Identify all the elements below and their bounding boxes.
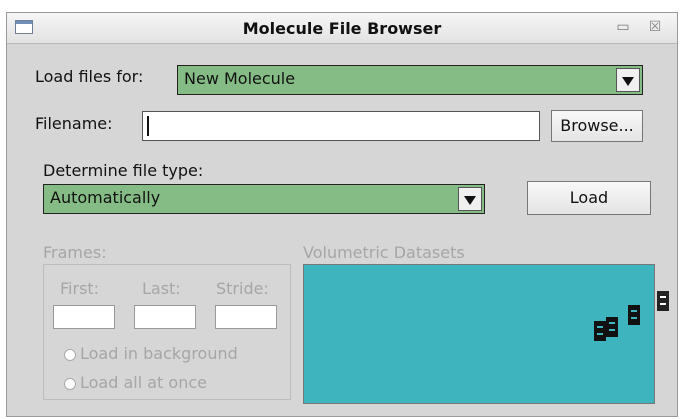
frames-group: First: Last: Stride: Load in background … bbox=[43, 264, 291, 400]
minimize-icon[interactable]: ▭ bbox=[613, 17, 633, 37]
glitch-glyph-icon bbox=[606, 317, 618, 337]
glitch-glyph-icon bbox=[594, 321, 606, 341]
load-button[interactable]: Load bbox=[527, 181, 651, 215]
file-type-select[interactable]: Automatically bbox=[43, 184, 485, 214]
glitch-glyph-icon bbox=[657, 291, 669, 311]
load-in-background-radio-icon[interactable] bbox=[64, 349, 76, 361]
load-files-for-label: Load files for: bbox=[35, 67, 144, 86]
chevron-down-icon[interactable] bbox=[458, 187, 482, 211]
load-all-at-once-label[interactable]: Load all at once bbox=[80, 373, 207, 392]
frames-label: Frames: bbox=[43, 243, 107, 262]
filename-input[interactable] bbox=[142, 111, 540, 141]
close-icon[interactable]: ☒ bbox=[645, 17, 665, 37]
title-bar[interactable]: Molecule File Browser ▭ ☒ bbox=[7, 13, 677, 44]
last-label: Last: bbox=[142, 279, 181, 298]
load-files-for-value: New Molecule bbox=[184, 69, 296, 88]
first-label: First: bbox=[60, 279, 100, 298]
volumetric-datasets-label: Volumetric Datasets bbox=[303, 243, 465, 262]
stride-label: Stride: bbox=[216, 279, 269, 298]
last-frame-input[interactable] bbox=[134, 305, 196, 329]
first-frame-input[interactable] bbox=[53, 305, 115, 329]
text-caret bbox=[147, 116, 149, 136]
browse-button[interactable]: Browse... bbox=[551, 110, 643, 142]
load-in-background-label[interactable]: Load in background bbox=[80, 344, 238, 363]
determine-file-type-label: Determine file type: bbox=[43, 161, 204, 180]
file-type-value: Automatically bbox=[50, 188, 161, 207]
chevron-down-icon[interactable] bbox=[616, 68, 640, 92]
glitch-glyph-icon bbox=[628, 305, 640, 325]
stride-input[interactable] bbox=[215, 305, 277, 329]
load-all-at-once-radio-icon[interactable] bbox=[64, 378, 76, 390]
filename-label: Filename: bbox=[35, 114, 113, 133]
molecule-file-browser-window: Molecule File Browser ▭ ☒ Load files for… bbox=[6, 12, 678, 417]
volumetric-datasets-list[interactable] bbox=[303, 264, 655, 404]
load-files-for-select[interactable]: New Molecule bbox=[177, 65, 643, 95]
window-title: Molecule File Browser bbox=[242, 19, 442, 38]
